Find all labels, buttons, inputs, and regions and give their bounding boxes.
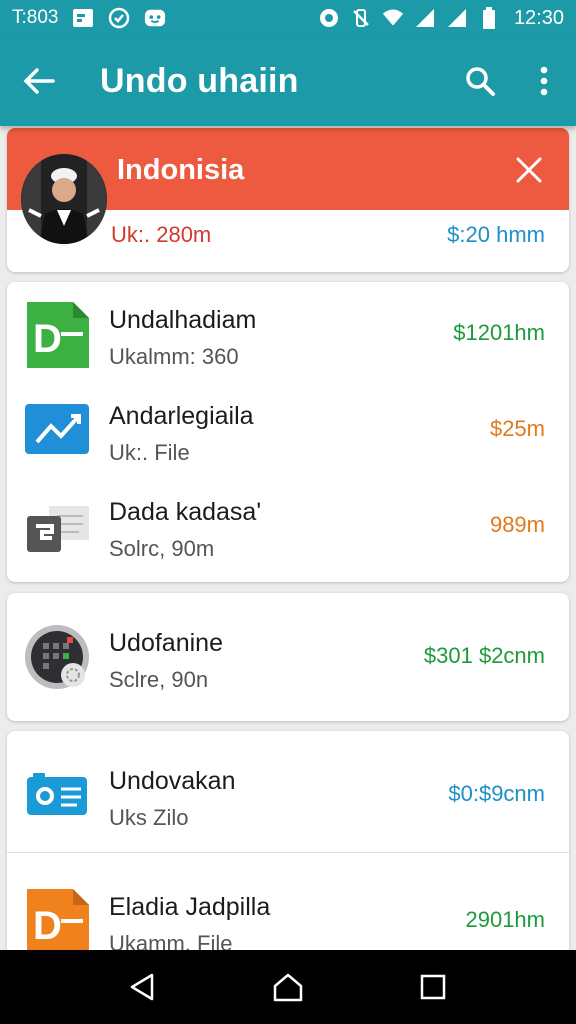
more-options-button[interactable]: [512, 36, 576, 126]
nav-back-button[interactable]: [113, 957, 173, 1017]
vibrate-icon: [350, 7, 372, 29]
more-vert-icon: [540, 66, 548, 96]
search-icon: [466, 67, 495, 96]
banner-subtitle: Uk:. 280m: [111, 222, 212, 247]
item-amount: $301 $2cnm: [423, 643, 545, 668]
item-amount: $25m: [489, 416, 545, 441]
nav-home-icon: [273, 973, 303, 1002]
item-meta: Ukalmm: 360: [109, 344, 239, 369]
avatar[interactable]: [21, 154, 107, 244]
item-meta: Uk:. File: [109, 440, 190, 465]
back-button[interactable]: [0, 36, 78, 126]
item-name: Undalhadiam: [109, 306, 257, 334]
item-name: Eladia Jadpilla: [109, 893, 271, 921]
item-amount: $0:$9cnm: [448, 781, 545, 806]
item-amount: $1201hm: [453, 320, 545, 345]
item-amount: 2901hm: [465, 907, 545, 932]
file-list-card: D Undalhadiam Ukalmm: 360 $1201hm Andarl…: [7, 282, 569, 582]
status-left-time: T:803: [12, 7, 59, 28]
single-item-card: Udofanine Sclre, 90n $301 $2cnm: [7, 593, 569, 721]
nav-home-button[interactable]: [258, 957, 318, 1017]
chart-blue-icon: [23, 396, 93, 466]
item-name: Undovakan: [109, 767, 236, 795]
item-name: Udofanine: [109, 629, 223, 657]
app-bar: Undo uhaiin: [0, 36, 576, 126]
item-meta: Sclre, 90n: [109, 667, 209, 692]
banner-price: $:20 hmm: [447, 222, 545, 247]
arrow-left-icon: [23, 68, 55, 94]
record-icon: [318, 7, 340, 29]
wifi-icon: [382, 7, 404, 29]
pp-icon: [72, 7, 94, 29]
svg-text:D: D: [33, 317, 62, 361]
item-name: Dada kadasa': [109, 498, 262, 526]
item-meta: Solrc, 90m: [109, 536, 215, 561]
page-title: Undo uhaiin: [100, 61, 299, 100]
calculator-icon: [23, 623, 93, 693]
battery-icon: [478, 7, 500, 29]
status-clock: 12:30: [513, 6, 564, 29]
close-icon: [516, 157, 542, 183]
document-green-icon: D: [23, 300, 93, 370]
nav-back-icon: [130, 973, 153, 1001]
list-item[interactable]: Udofanine Sclre, 90n $301 $2cnm: [7, 609, 569, 705]
list-item[interactable]: D Undalhadiam Ukalmm: 360 $1201hm: [7, 286, 569, 382]
clock-icon: [108, 7, 130, 29]
banner-title: Indonisia: [117, 154, 245, 186]
document-orange-icon: D: [23, 887, 93, 957]
system-nav-bar: [0, 950, 576, 1024]
close-button[interactable]: [509, 150, 549, 190]
item-meta: Uks Zilo: [109, 805, 189, 830]
chat-icon: [144, 7, 166, 29]
nav-recents-button[interactable]: [403, 957, 463, 1017]
nav-recents-icon: [421, 974, 446, 1000]
list-item[interactable]: Andarlegiaila Uk:. File $25m: [7, 382, 569, 478]
status-bar: T:803 12:30: [0, 0, 576, 36]
item-amount: 989m: [489, 512, 545, 537]
divider: [7, 852, 569, 853]
search-button[interactable]: [448, 36, 512, 126]
signal-icon-2: [446, 7, 468, 29]
file-gray-icon: [23, 492, 93, 562]
signal-icon: [414, 7, 436, 29]
svg-text:D: D: [33, 904, 62, 948]
item-name: Andarlegiaila: [109, 402, 254, 430]
list-item[interactable]: Undovakan Uks Zilo $0:$9cnm: [7, 747, 569, 843]
bottom-list-card: Undovakan Uks Zilo $0:$9cnm D Eladia Jad…: [7, 731, 569, 971]
camera-card-icon: [23, 761, 93, 831]
list-item[interactable]: Dada kadasa' Solrc, 90m 989m: [7, 478, 569, 574]
